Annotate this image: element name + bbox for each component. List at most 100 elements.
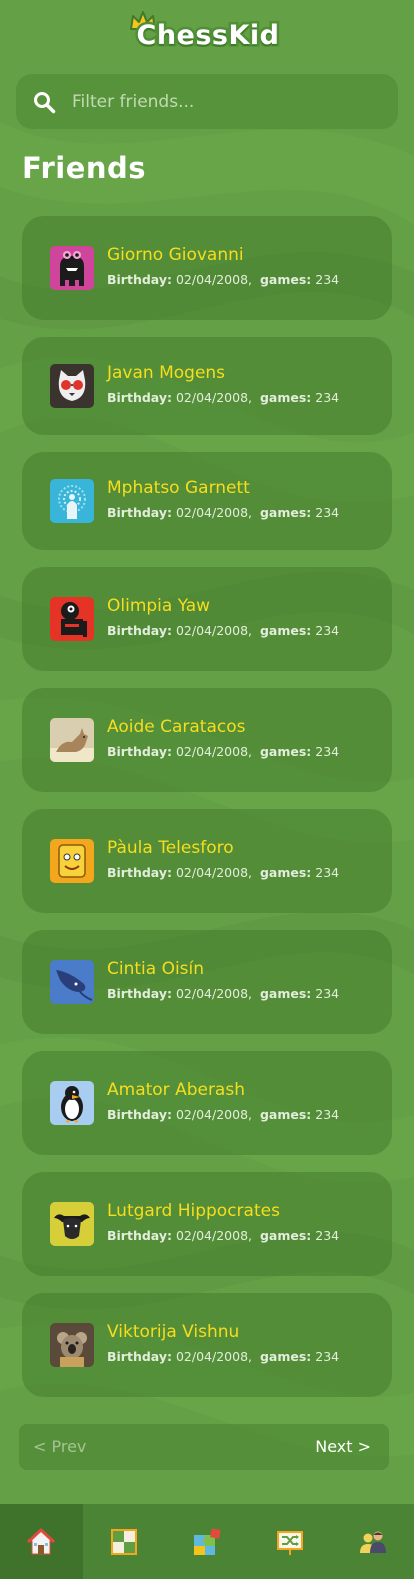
birthday-value: 02/04/2008, bbox=[175, 986, 253, 1001]
birthday-label: Birthday: bbox=[107, 272, 172, 287]
games-label: games: bbox=[259, 1107, 312, 1122]
shuffle-board-icon bbox=[276, 1530, 303, 1555]
birthday-value: 02/04/2008, bbox=[175, 1228, 253, 1243]
peacock-icon bbox=[50, 479, 94, 523]
birthday-label: Birthday: bbox=[107, 865, 172, 880]
friend-name[interactable]: Amator Aberash bbox=[107, 1079, 245, 1101]
games-label: games: bbox=[259, 986, 312, 1001]
chesskid-logo[interactable]: ChessKid bbox=[124, 9, 292, 55]
friend-card[interactable]: Cintia Oisín Birthday: 02/04/2008, games… bbox=[22, 930, 392, 1034]
games-value: 234 bbox=[315, 1349, 340, 1364]
search-bar bbox=[16, 74, 398, 129]
friend-meta: Birthday: 02/04/2008, games: 234 bbox=[107, 271, 339, 289]
friend-name[interactable]: Javan Mogens bbox=[107, 362, 225, 384]
red-robot-icon bbox=[50, 597, 94, 641]
friend-list: Giorno Giovanni Birthday: 02/04/2008, ga… bbox=[22, 216, 392, 1414]
games-label: games: bbox=[259, 272, 312, 287]
friend-meta: Birthday: 02/04/2008, games: 234 bbox=[107, 622, 339, 640]
birthday-value: 02/04/2008, bbox=[175, 505, 253, 520]
games-value: 234 bbox=[315, 1228, 340, 1243]
birthday-value: 02/04/2008, bbox=[175, 865, 253, 880]
friend-name[interactable]: Olimpia Yaw bbox=[107, 595, 210, 617]
home-icon bbox=[27, 1528, 56, 1554]
birthday-value: 02/04/2008, bbox=[175, 1107, 253, 1122]
nav-lessons[interactable] bbox=[248, 1504, 331, 1579]
birthday-label: Birthday: bbox=[107, 744, 172, 759]
friend-meta: Birthday: 02/04/2008, games: 234 bbox=[107, 389, 339, 407]
friend-card[interactable]: Giorno Giovanni Birthday: 02/04/2008, ga… bbox=[22, 216, 392, 320]
games-label: games: bbox=[259, 1349, 312, 1364]
friend-name[interactable]: Giorno Giovanni bbox=[107, 244, 244, 266]
pagination: < Prev Next > bbox=[19, 1424, 389, 1470]
birthday-label: Birthday: bbox=[107, 390, 172, 405]
koala-photo-icon bbox=[50, 1323, 94, 1367]
birthday-label: Birthday: bbox=[107, 1349, 172, 1364]
filter-friends-input[interactable] bbox=[72, 74, 382, 129]
friend-name[interactable]: Viktorija Vishnu bbox=[107, 1321, 239, 1343]
games-value: 234 bbox=[315, 986, 340, 1001]
birthday-value: 02/04/2008, bbox=[175, 272, 253, 287]
friend-card[interactable]: Viktorija Vishnu Birthday: 02/04/2008, g… bbox=[22, 1293, 392, 1397]
friend-meta: Birthday: 02/04/2008, games: 234 bbox=[107, 1348, 339, 1366]
friend-meta: Birthday: 02/04/2008, games: 234 bbox=[107, 1227, 339, 1245]
prev-button[interactable]: < Prev bbox=[33, 1424, 86, 1470]
games-value: 234 bbox=[315, 390, 340, 405]
nav-play[interactable] bbox=[83, 1504, 166, 1579]
friend-name[interactable]: Pàula Telesforo bbox=[107, 837, 234, 859]
people-icon bbox=[359, 1531, 386, 1553]
birthday-label: Birthday: bbox=[107, 1228, 172, 1243]
friend-card[interactable]: Amator Aberash Birthday: 02/04/2008, gam… bbox=[22, 1051, 392, 1155]
games-value: 234 bbox=[315, 865, 340, 880]
games-value: 234 bbox=[315, 505, 340, 520]
bottom-nav bbox=[0, 1504, 414, 1579]
birthday-value: 02/04/2008, bbox=[175, 744, 253, 759]
friend-card[interactable]: Lutgard Hippocrates Birthday: 02/04/2008… bbox=[22, 1172, 392, 1276]
friend-name[interactable]: Lutgard Hippocrates bbox=[107, 1200, 280, 1222]
friend-card[interactable]: Pàula Telesforo Birthday: 02/04/2008, ga… bbox=[22, 809, 392, 913]
friend-meta: Birthday: 02/04/2008, games: 234 bbox=[107, 864, 339, 882]
games-label: games: bbox=[259, 1228, 312, 1243]
birthday-label: Birthday: bbox=[107, 986, 172, 1001]
page-title: Friends bbox=[22, 151, 147, 185]
birthday-label: Birthday: bbox=[107, 1107, 172, 1122]
games-label: games: bbox=[259, 865, 312, 880]
buffalo-icon bbox=[50, 1202, 94, 1246]
nav-puzzles[interactable] bbox=[166, 1504, 249, 1579]
games-label: games: bbox=[259, 390, 312, 405]
nav-home[interactable] bbox=[0, 1504, 83, 1579]
games-label: games: bbox=[259, 505, 312, 520]
penguin-icon bbox=[50, 1081, 94, 1125]
yellow-face-icon bbox=[50, 839, 94, 883]
friend-name[interactable]: Cintia Oisín bbox=[107, 958, 204, 980]
games-label: games: bbox=[259, 744, 312, 759]
friend-card[interactable]: Aoide Caratacos Birthday: 02/04/2008, ga… bbox=[22, 688, 392, 792]
games-value: 234 bbox=[315, 272, 340, 287]
stingray-icon bbox=[50, 960, 94, 1004]
nav-social[interactable] bbox=[331, 1504, 414, 1579]
friend-card[interactable]: Javan Mogens Birthday: 02/04/2008, games… bbox=[22, 337, 392, 435]
friend-meta: Birthday: 02/04/2008, games: 234 bbox=[107, 1106, 339, 1124]
lynx-photo-icon bbox=[50, 718, 94, 762]
friend-card[interactable]: Mphatso Garnett Birthday: 02/04/2008, ga… bbox=[22, 452, 392, 550]
chessboard-icon bbox=[111, 1528, 138, 1555]
birthday-label: Birthday: bbox=[107, 505, 172, 520]
birthday-value: 02/04/2008, bbox=[175, 623, 253, 638]
birthday-label: Birthday: bbox=[107, 623, 172, 638]
cat-with-glasses-icon bbox=[50, 364, 94, 408]
birthday-value: 02/04/2008, bbox=[175, 390, 253, 405]
games-value: 234 bbox=[315, 623, 340, 638]
games-value: 234 bbox=[315, 744, 340, 759]
next-button[interactable]: Next > bbox=[315, 1424, 371, 1470]
friend-meta: Birthday: 02/04/2008, games: 234 bbox=[107, 985, 339, 1003]
search-icon bbox=[34, 92, 56, 114]
friend-name[interactable]: Mphatso Garnett bbox=[107, 477, 250, 499]
friend-card[interactable]: Olimpia Yaw Birthday: 02/04/2008, games:… bbox=[22, 567, 392, 671]
logo-text: ChessKid bbox=[134, 18, 282, 54]
games-value: 234 bbox=[315, 1107, 340, 1122]
puzzle-icon bbox=[193, 1527, 221, 1555]
friend-name[interactable]: Aoide Caratacos bbox=[107, 716, 246, 738]
birthday-value: 02/04/2008, bbox=[175, 1349, 253, 1364]
games-label: games: bbox=[259, 623, 312, 638]
friend-meta: Birthday: 02/04/2008, games: 234 bbox=[107, 504, 339, 522]
friend-meta: Birthday: 02/04/2008, games: 234 bbox=[107, 743, 339, 761]
